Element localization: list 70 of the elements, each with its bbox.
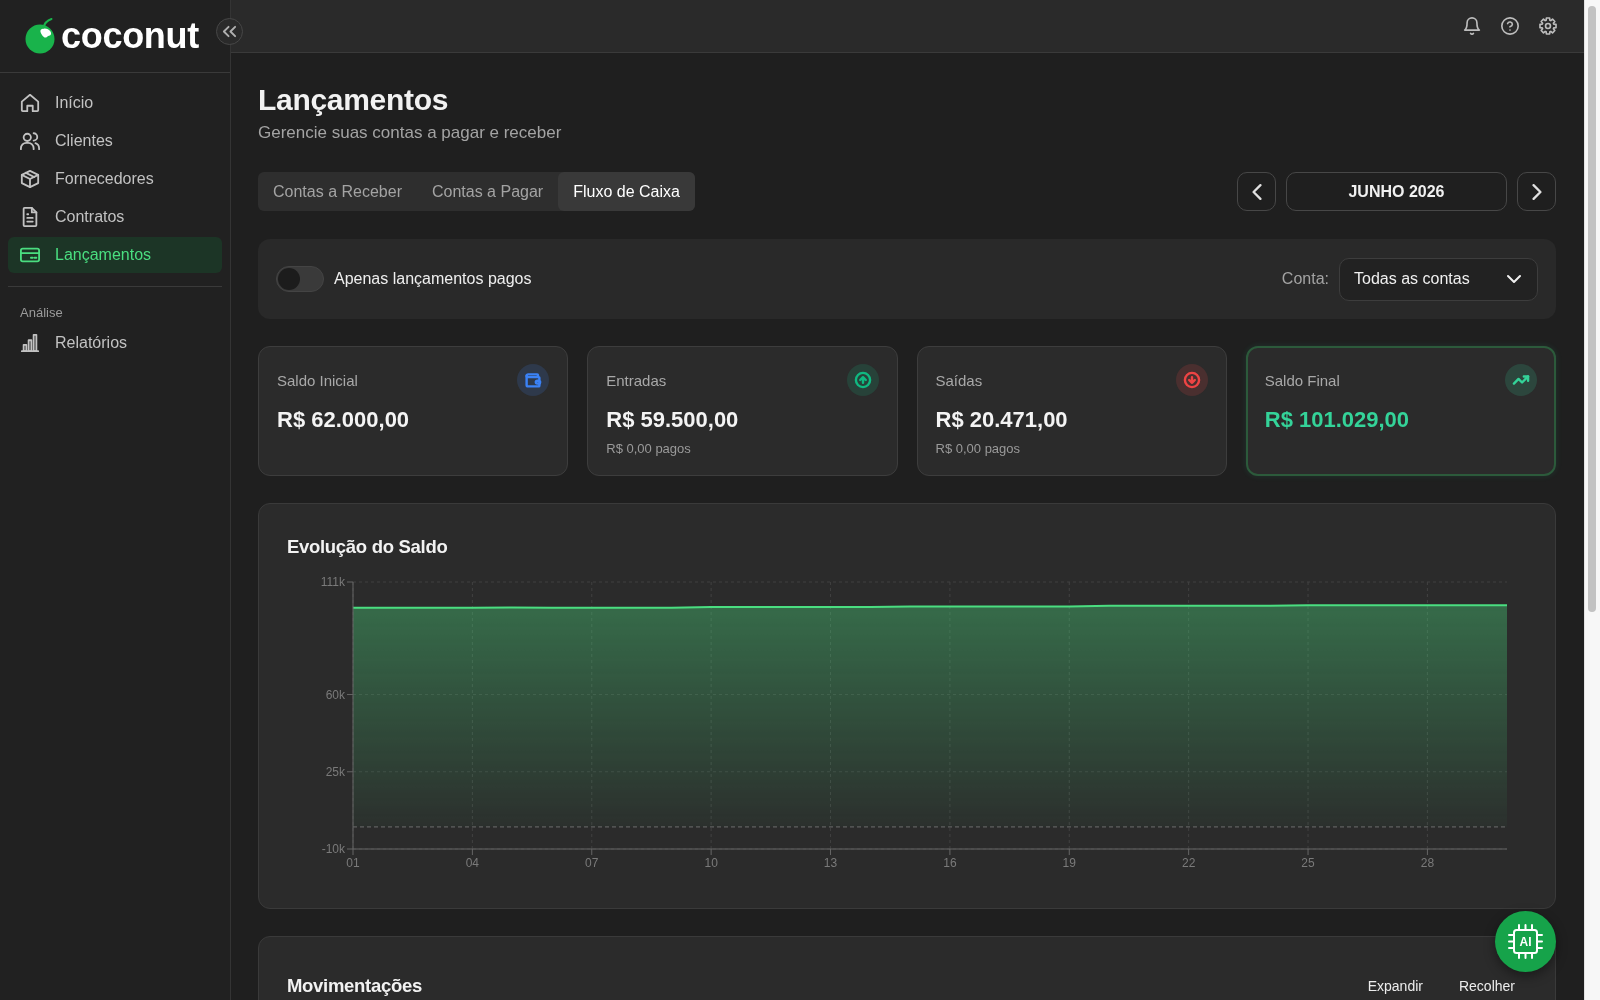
settings-icon xyxy=(1539,17,1557,35)
next-month-button[interactable] xyxy=(1517,172,1556,211)
double-chevron-left-icon xyxy=(222,24,237,39)
help-icon xyxy=(1501,17,1519,35)
settings-button[interactable] xyxy=(1539,17,1557,35)
y-axis-label: 25k xyxy=(325,764,345,779)
card-label: Saídas xyxy=(935,371,983,389)
users-icon xyxy=(20,131,40,151)
section-title: Movimentações xyxy=(287,974,422,998)
arrow-up-circle-icon xyxy=(846,364,879,396)
coconut-icon xyxy=(25,18,56,54)
help-button[interactable] xyxy=(1501,17,1519,35)
card-value: R$ 101.029,00 xyxy=(1264,406,1410,434)
tab[interactable]: Fluxo de Caixa xyxy=(558,172,695,211)
sidebar-item[interactable]: Lançamentos xyxy=(8,237,222,273)
scrollbar[interactable] xyxy=(1584,0,1600,1000)
arrow-down-circle-icon xyxy=(1175,364,1208,396)
card-value: R$ 20.471,00 xyxy=(935,406,1068,434)
notifications-button[interactable] xyxy=(1463,17,1481,35)
bell-icon xyxy=(1463,17,1481,35)
wallet-icon xyxy=(517,364,550,396)
credit-card-icon xyxy=(20,245,40,265)
sidebar-item[interactable]: Relatórios xyxy=(8,325,222,361)
account-label: Conta: xyxy=(1281,270,1329,288)
text-button[interactable]: Expandir xyxy=(1355,972,1435,1000)
x-axis-label: 28 xyxy=(1420,856,1435,870)
previous-month-button[interactable] xyxy=(1237,172,1276,211)
x-axis-label: 22 xyxy=(1182,856,1196,870)
x-axis-label: 01 xyxy=(346,856,360,870)
sidebar-item[interactable]: Clientes xyxy=(8,123,222,159)
month-selector[interactable]: JUNHO 2026 xyxy=(1286,172,1507,211)
page-title: Lançamentos xyxy=(258,82,449,118)
tab[interactable]: Contas a Pagar xyxy=(416,172,559,211)
home-icon xyxy=(20,93,40,113)
x-axis-label: 19 xyxy=(1062,856,1076,870)
card-value: R$ 59.500,00 xyxy=(606,406,739,434)
chart-title: Evolução do Saldo xyxy=(287,535,448,559)
sidebar-item[interactable]: Contratos xyxy=(8,199,222,235)
card-label: Entradas xyxy=(606,371,667,389)
y-axis-label: -10k xyxy=(321,842,345,856)
scrollbar-thumb[interactable] xyxy=(1588,6,1596,612)
card-label: Saldo Inicial xyxy=(277,371,358,389)
sidebar-item[interactable]: Fornecedores xyxy=(8,161,222,197)
y-axis-label: 111k xyxy=(320,575,345,589)
tab[interactable]: Contas a Receber xyxy=(258,172,417,211)
x-axis-label: 10 xyxy=(704,856,718,870)
trending-up-icon xyxy=(1505,364,1537,396)
chevron-down-icon xyxy=(1507,272,1521,286)
sidebar-item[interactable]: Início xyxy=(8,85,222,121)
card-value: R$ 62.000,00 xyxy=(277,406,410,434)
bar-chart-icon xyxy=(20,333,40,353)
document-icon xyxy=(20,207,40,227)
logo-text: coconut xyxy=(61,15,199,57)
y-axis-label: 60k xyxy=(325,687,345,702)
section-label: Análise xyxy=(20,305,63,321)
x-axis-label: 25 xyxy=(1301,856,1315,870)
toggle-switch[interactable] xyxy=(276,266,324,292)
x-axis-label: 13 xyxy=(823,856,838,870)
x-axis-label: 04 xyxy=(465,856,480,870)
card-label: Saldo Final xyxy=(1264,371,1340,389)
account-select[interactable]: Todas as contas xyxy=(1339,257,1538,301)
box-icon xyxy=(20,169,40,189)
card-note: R$ 0,00 pagos xyxy=(935,441,1021,457)
x-axis-label: 16 xyxy=(943,856,957,870)
chip-icon xyxy=(1508,924,1543,959)
page-subtitle: Gerencie suas contas a pagar e receber xyxy=(258,122,562,144)
card-note: R$ 0,00 pagos xyxy=(606,441,691,457)
x-axis-label: 07 xyxy=(585,856,599,870)
text-button[interactable]: Recolher xyxy=(1446,972,1527,1000)
toggle-label: Apenas lançamentos pagos xyxy=(334,270,532,288)
